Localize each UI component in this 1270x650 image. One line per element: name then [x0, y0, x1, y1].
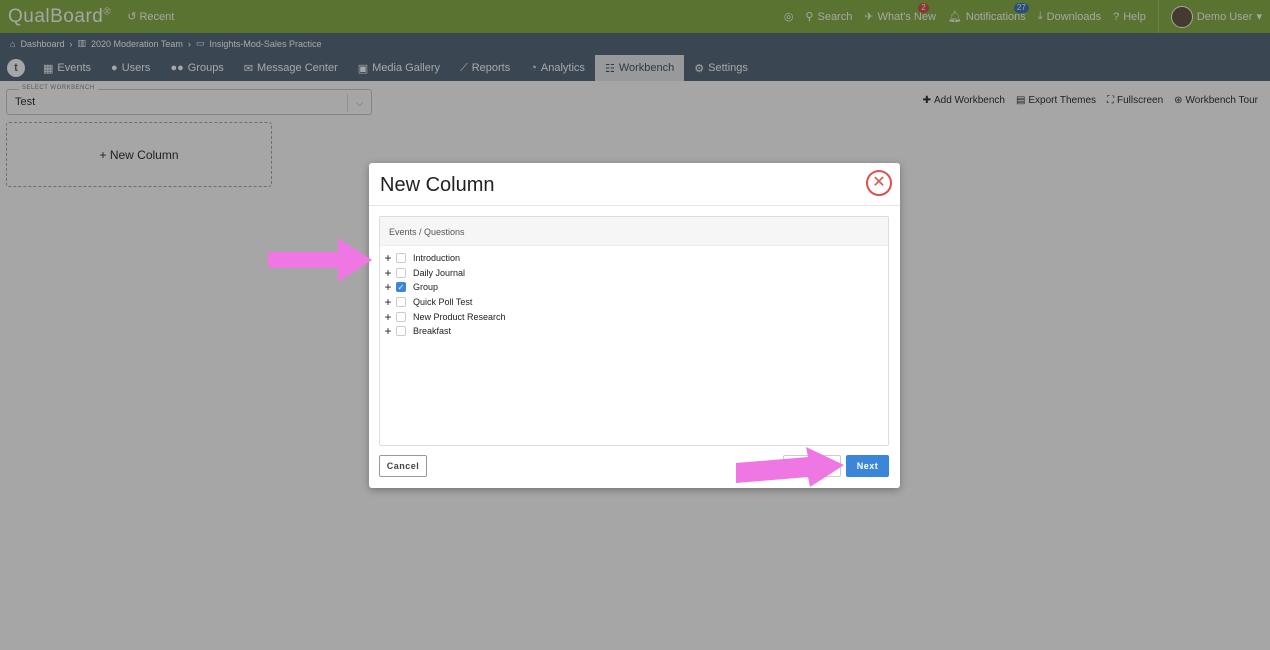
expand-plus-icon[interactable]: +: [381, 310, 395, 324]
tree-item-introduction: + Introduction: [380, 251, 888, 266]
expand-plus-icon[interactable]: +: [381, 266, 395, 280]
next-button[interactable]: Next: [846, 455, 889, 477]
panel-header: Events / Questions: [380, 217, 888, 246]
arrow-shape: [268, 238, 372, 282]
expand-plus-icon[interactable]: +: [381, 251, 395, 265]
tree-item-breakfast: + Breakfast: [380, 324, 888, 339]
checkbox[interactable]: [396, 326, 406, 337]
checkbox[interactable]: [396, 267, 406, 278]
tree-item-new-product-research: + New Product Research: [380, 309, 888, 324]
annotation-arrow-right: [736, 447, 844, 487]
tree-item-group: + ✓ Group: [380, 280, 888, 295]
tree-item-quick-poll-test: + Quick Poll Test: [380, 295, 888, 310]
modal-header: New Column ✕: [369, 163, 900, 206]
new-column-modal: New Column ✕ Events / Questions + Introd…: [369, 163, 900, 488]
events-questions-panel: Events / Questions + Introduction + Dail…: [379, 216, 889, 446]
checkbox-checked[interactable]: ✓: [396, 282, 406, 293]
tree-item-daily-journal: + Daily Journal: [380, 266, 888, 281]
modal-title: New Column: [380, 174, 495, 196]
expand-plus-icon[interactable]: +: [381, 324, 395, 338]
cancel-button[interactable]: Cancel: [379, 455, 427, 477]
close-button[interactable]: ✕: [866, 170, 892, 196]
arrow-shape: [736, 447, 844, 487]
close-icon: ✕: [872, 174, 886, 191]
expand-plus-icon[interactable]: +: [381, 295, 395, 309]
checkbox[interactable]: [396, 311, 406, 322]
expand-plus-icon[interactable]: +: [381, 280, 395, 294]
checkbox[interactable]: [396, 297, 406, 308]
annotation-arrow-left: [268, 238, 372, 282]
event-tree: + Introduction + Daily Journal + ✓ Group…: [380, 246, 888, 339]
checkbox[interactable]: [396, 253, 406, 264]
